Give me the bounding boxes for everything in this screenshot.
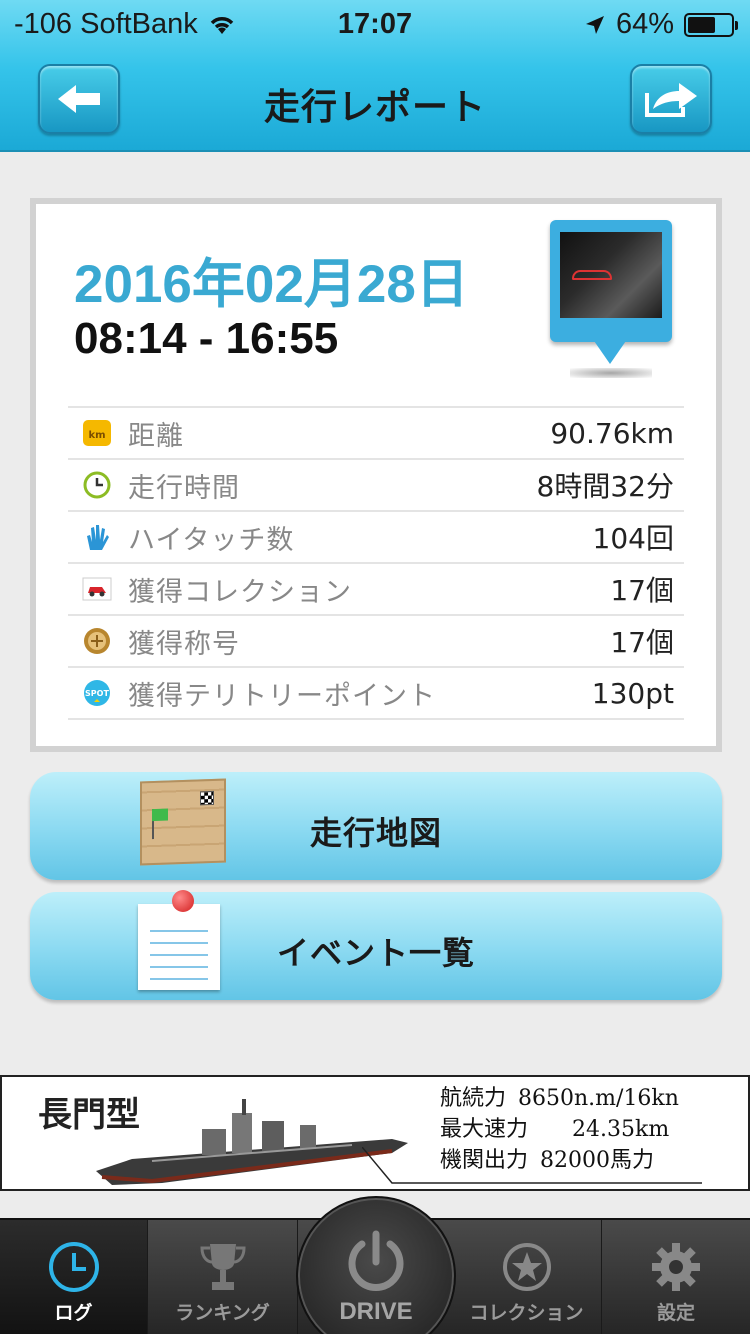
report-card: 2016年02月28日 08:14 - 16:55 km 距離 90.76km … — [30, 198, 722, 752]
ad-spec-label: 機関出力 — [440, 1148, 529, 1173]
tab-label: コレクション — [469, 1302, 584, 1324]
share-arrow-icon — [645, 83, 697, 117]
ad-specs: 航続力 8650n.m/16kn 最大速力 24.35km 機関出力 82000馬力 — [440, 1083, 679, 1176]
stat-value: 90.76km — [550, 416, 674, 450]
ad-spec-value: 8650n.m/16kn — [518, 1086, 679, 1111]
stats-list: km 距離 90.76km 走行時間 8時間32分 ハイタッチ数 104回 獲得… — [68, 406, 684, 720]
tab-log[interactable]: ログ — [0, 1220, 148, 1334]
stat-label: 走行時間 — [128, 472, 240, 504]
ad-spec-value: 24.35km — [572, 1117, 670, 1142]
tab-label: ランキング — [175, 1302, 270, 1324]
ad-spec-label: 最大速力 — [440, 1117, 529, 1142]
stat-row-distance: km 距離 90.76km — [68, 408, 684, 460]
ad-spec-label: 航続力 — [440, 1086, 507, 1111]
car-photo — [560, 232, 662, 318]
report-date: 2016年02月28日 — [74, 255, 469, 314]
power-icon — [348, 1230, 404, 1291]
event-list-button[interactable]: イベント一覧 — [30, 890, 722, 1000]
stat-value: 104回 — [592, 522, 674, 555]
share-button[interactable] — [630, 64, 712, 134]
star-circle-icon — [502, 1243, 551, 1291]
trophy-icon — [199, 1244, 246, 1290]
stat-value: 8時間32分 — [536, 470, 674, 503]
drive-map-button[interactable]: 走行地図 — [30, 772, 722, 880]
stat-row-titles: 獲得称号 17個 — [68, 616, 684, 668]
stat-row-territory: SPOT 獲得テリトリーポイント 130pt — [68, 668, 684, 720]
ad-spec-value: 82000馬力 — [540, 1148, 655, 1173]
report-time-range: 08:14 - 16:55 — [74, 314, 339, 363]
event-list-label: イベント一覧 — [276, 934, 475, 972]
tab-collection[interactable]: コレクション — [452, 1220, 602, 1334]
stat-row-collection: 獲得コレクション 17個 — [68, 564, 684, 616]
svg-text:km: km — [88, 430, 105, 441]
stat-value: 130pt — [591, 676, 674, 710]
spot-badge-icon: SPOT — [82, 678, 112, 708]
clock-log-icon — [48, 1242, 99, 1292]
stat-label: 獲得称号 — [128, 628, 240, 660]
stat-value: 17個 — [610, 574, 674, 607]
clock-icon — [82, 470, 112, 500]
tab-ranking[interactable]: ランキング — [148, 1220, 298, 1334]
drive-map-label: 走行地図 — [309, 814, 442, 852]
battery-percent: 64% — [615, 8, 674, 40]
gear-icon — [652, 1243, 700, 1291]
ad-banner[interactable]: 長門型 航続力 8650n.m/16kn 最大速力 24.35km 機関出力 8200… — [0, 1075, 750, 1191]
tab-label: 設定 — [656, 1302, 695, 1324]
drive-label: DRIVE — [339, 1298, 413, 1325]
title-medal-icon — [82, 626, 112, 656]
tab-settings[interactable]: 設定 — [602, 1220, 750, 1334]
stat-row-drive-time: 走行時間 8時間32分 — [68, 460, 684, 512]
car-card-icon — [82, 574, 112, 604]
status-bar: -106 SoftBank 17:07 64% — [0, 0, 750, 50]
stat-label: 獲得テリトリーポイント — [128, 680, 436, 712]
stat-row-high-touch: ハイタッチ数 104回 — [68, 512, 684, 564]
svg-text:SPOT: SPOT — [85, 689, 109, 698]
car-photo-pin[interactable] — [546, 220, 674, 380]
tab-label: ログ — [54, 1302, 93, 1324]
battery-icon — [684, 12, 738, 37]
drive-button[interactable]: DRIVE — [296, 1196, 456, 1334]
location-arrow-icon — [585, 15, 604, 34]
stat-label: 獲得コレクション — [128, 576, 352, 608]
hi-five-hand-icon — [82, 522, 112, 552]
stat-label: 距離 — [128, 420, 184, 452]
stat-label: ハイタッチ数 — [128, 524, 295, 556]
km-icon: km — [82, 418, 112, 448]
stat-value: 17個 — [610, 626, 674, 659]
header-bar: -106 SoftBank 17:07 64% 走行レポート — [0, 0, 750, 152]
